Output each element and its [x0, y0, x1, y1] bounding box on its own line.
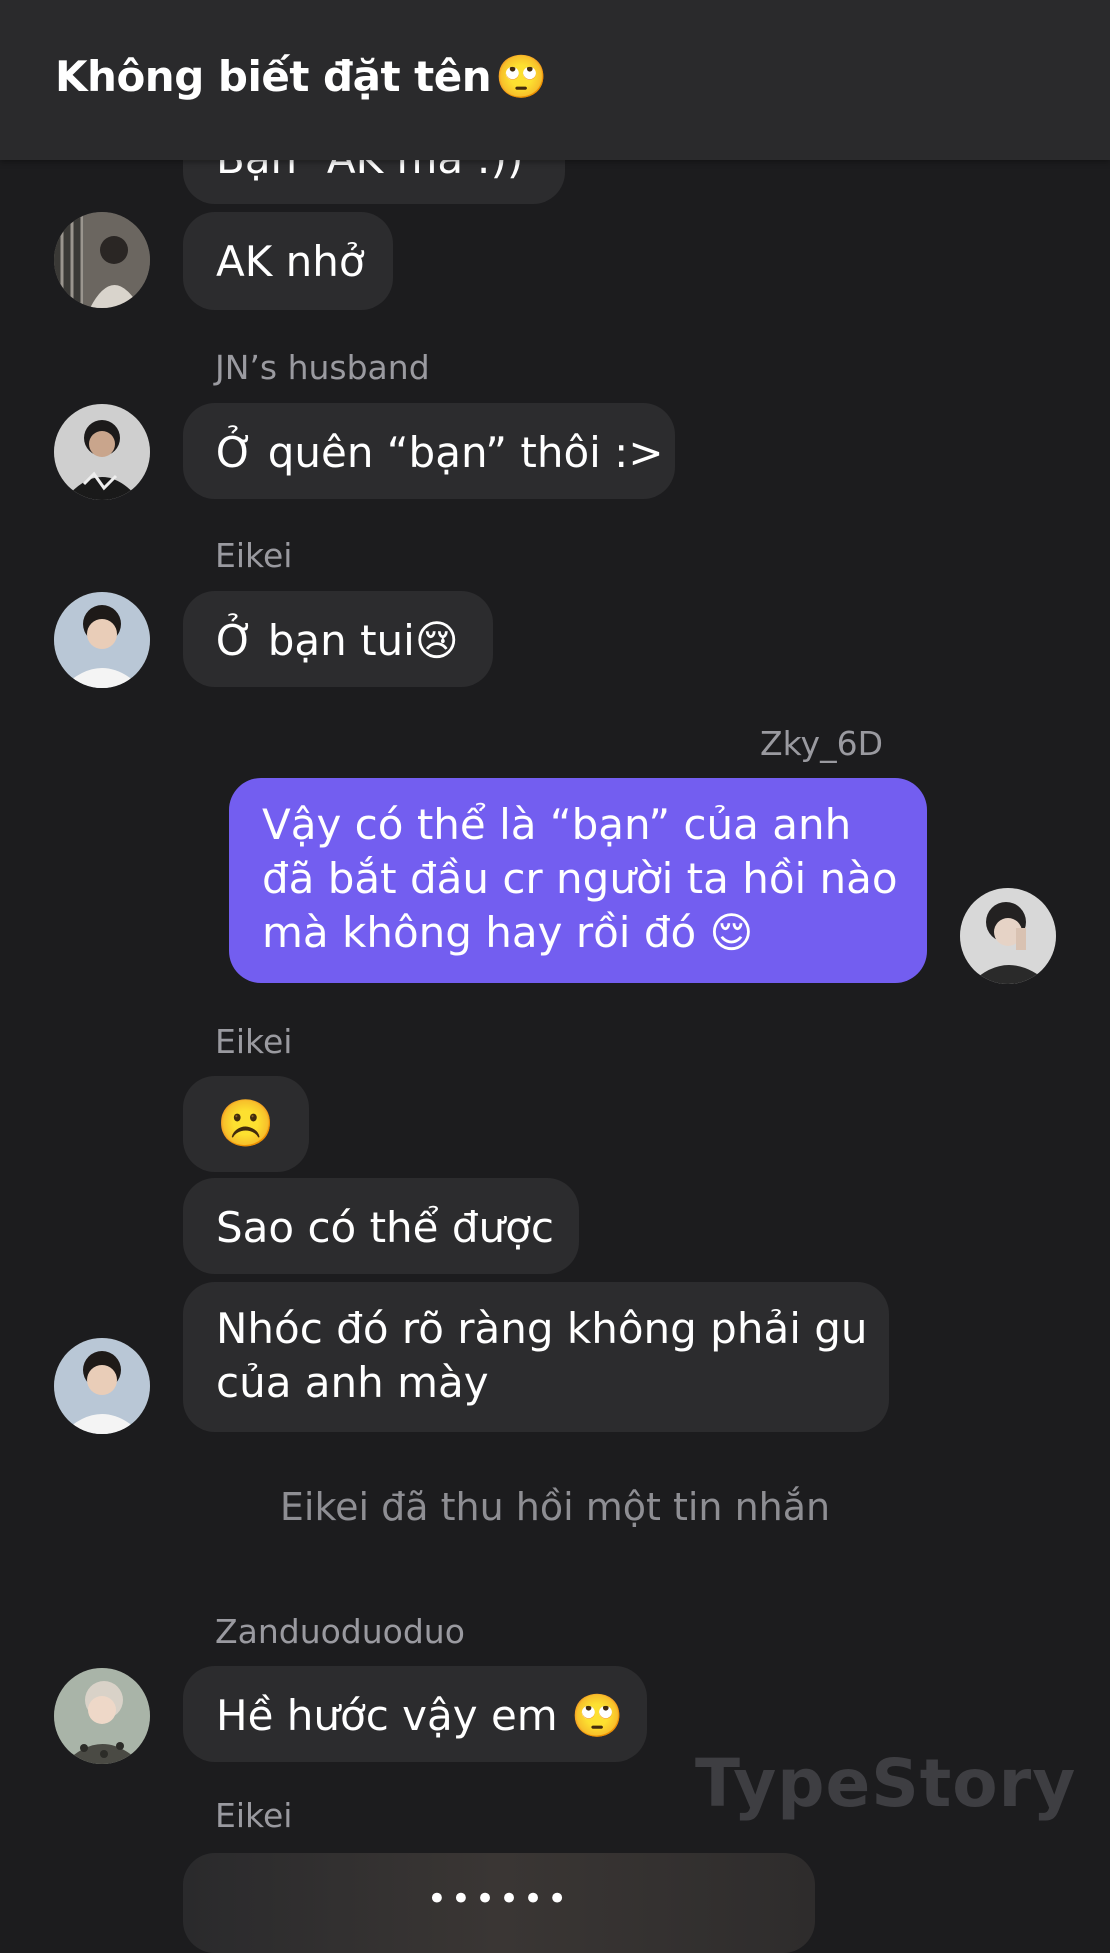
- avatar-ak[interactable]: [54, 212, 150, 308]
- avatar-eikei[interactable]: [54, 592, 150, 688]
- media-message-preview[interactable]: ••••••: [183, 1853, 815, 1953]
- loading-dots: ••••••: [426, 1879, 572, 1919]
- frowning-face-emoji: ☹️: [217, 1096, 275, 1150]
- message-text-line: của anh mày: [216, 1358, 489, 1407]
- chat-header: Không biết đặt tên🙄: [0, 0, 1110, 160]
- message-text: Hề hước vậy em: [216, 1691, 558, 1740]
- sender-name: Eikei: [215, 1796, 293, 1835]
- message-bubble[interactable]: Ở bạn tui😢: [183, 591, 493, 687]
- message-bubble[interactable]: Hề hước vậy em 🙄: [183, 1666, 647, 1762]
- sender-name: Eikei: [215, 536, 293, 575]
- message-bubble-self[interactable]: Vậy có thể là “bạn” của anh đã bắt đầu c…: [229, 778, 927, 983]
- chat-scroll-area[interactable]: Bạn “AK mà :)) AK nhở JN’s husband Ở quê…: [0, 0, 1110, 1953]
- crying-face-emoji: 😢: [414, 616, 459, 665]
- avatar-eikei[interactable]: [54, 1338, 150, 1434]
- avatar-zky-6d[interactable]: [960, 888, 1056, 984]
- avatar-zanduoduoduo[interactable]: [54, 1668, 150, 1764]
- sender-name: Eikei: [215, 1022, 293, 1061]
- message-bubble[interactable]: Ở quên “bạn” thôi :>: [183, 403, 675, 499]
- system-notice: Eikei đã thu hồi một tin nhắn: [279, 1485, 831, 1529]
- eye-roll-emoji: 🙄: [571, 1691, 624, 1740]
- avatar-jn-husband[interactable]: [54, 404, 150, 500]
- message-text: Sao có thể được: [216, 1203, 554, 1252]
- message-text: Ở quên “bạn” thôi :>: [216, 428, 664, 477]
- message-text-line: Nhóc đó rõ ràng không phải gu: [216, 1304, 868, 1353]
- watermark-logo: TypeStory: [695, 1745, 1077, 1822]
- message-text: Vậy có thể là “bạn” của anh đã bắt đầu c…: [262, 800, 898, 957]
- relieved-face-emoji: 😌: [709, 908, 754, 957]
- message-bubble[interactable]: ☹️: [183, 1076, 309, 1172]
- sender-name-self: Zky_6D: [760, 724, 883, 763]
- chat-title-text: Không biết đặt tên: [55, 52, 492, 101]
- sender-name: JN’s husband: [215, 348, 430, 387]
- message-bubble[interactable]: Sao có thể được: [183, 1178, 579, 1274]
- message-text: AK nhở: [216, 237, 365, 286]
- chat-title[interactable]: Không biết đặt tên🙄: [55, 52, 547, 102]
- eye-roll-emoji: 🙄: [495, 52, 547, 101]
- message-text: Ở bạn tui: [216, 616, 415, 665]
- sender-name: Zanduoduoduo: [215, 1612, 465, 1651]
- message-bubble[interactable]: AK nhở: [183, 212, 393, 310]
- message-bubble[interactable]: Nhóc đó rõ ràng không phải gu của anh mà…: [183, 1282, 889, 1432]
